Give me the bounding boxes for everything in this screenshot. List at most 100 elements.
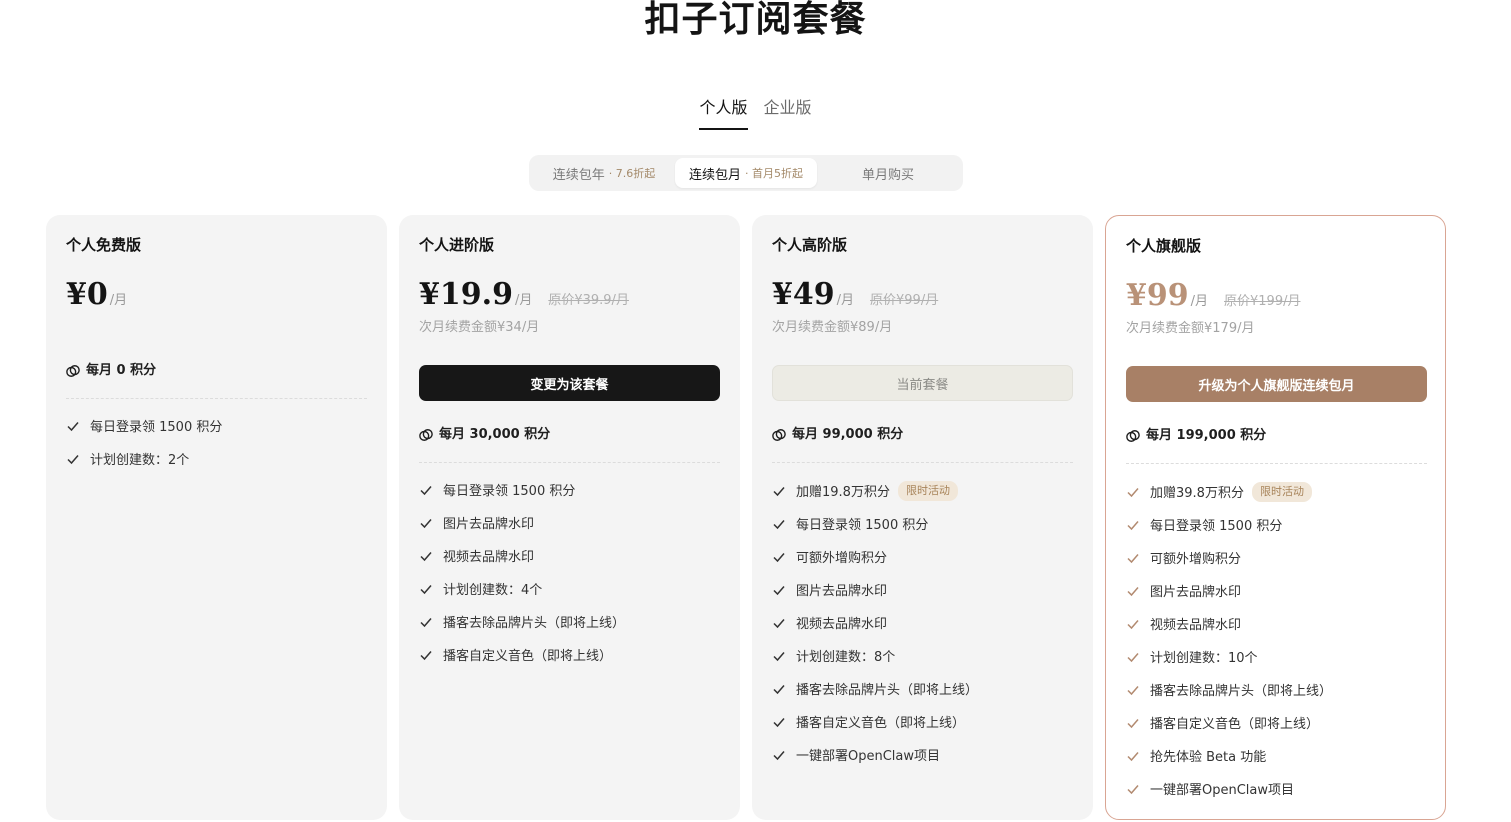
feature-item: 计划创建数：8个	[772, 639, 978, 672]
feature-text: 播客去除品牌片头（即将上线）	[796, 683, 979, 698]
edition-tabs: 个人版 企业版	[0, 96, 1511, 130]
feature-list: 每日登录领 1500 积分 图片去品牌水印 视频去品牌水印 计划创建数：4个 播…	[419, 473, 625, 671]
credits-label: 每月 30,000 积分	[439, 427, 551, 442]
feature-item: 计划创建数：2个	[66, 442, 222, 475]
feature-text: 每日登录领 1500 积分	[796, 518, 929, 533]
feature-item: 视频去品牌水印	[772, 606, 978, 639]
feature-text: 播客去除品牌片头（即将上线）	[443, 616, 626, 631]
feature-item: 图片去品牌水印	[419, 506, 625, 539]
feature-item: 视频去品牌水印	[1126, 607, 1332, 640]
check-icon	[1127, 586, 1139, 596]
check-icon	[1127, 685, 1139, 695]
check-icon	[67, 421, 79, 431]
feature-item: 视频去品牌水印	[419, 539, 625, 572]
billing-option-label: 单月购买	[861, 167, 914, 183]
check-icon	[773, 750, 785, 760]
feature-item: 可额外增购积分	[772, 540, 978, 573]
feature-text: 视频去品牌水印	[796, 617, 888, 632]
divider	[1126, 463, 1427, 464]
check-icon	[773, 486, 785, 496]
plan-price: ¥0	[66, 277, 108, 312]
feature-text: 每日登录领 1500 积分	[90, 420, 223, 435]
check-icon	[1127, 553, 1139, 563]
feature-item: 播客自定义音色（即将上线）	[1126, 706, 1332, 739]
renewal-price: 次月续费金额¥34/月	[419, 320, 540, 335]
tab-personal[interactable]: 个人版	[699, 96, 748, 130]
price-row: ¥49 /月 原价¥99/月	[772, 277, 938, 313]
feature-text: 播客自定义音色（即将上线）	[1150, 717, 1320, 732]
feature-text: 一键部署OpenClaw项目	[1150, 783, 1295, 798]
check-icon	[1127, 520, 1139, 530]
credits-coin-icon	[66, 365, 80, 377]
feature-text: 视频去品牌水印	[443, 550, 535, 565]
plan-price: ¥99	[1126, 278, 1189, 313]
feature-item: 播客自定义音色（即将上线）	[772, 705, 978, 738]
feature-text: 每日登录领 1500 积分	[1150, 519, 1283, 534]
plan-card-premium: 个人高阶版 ¥49 /月 原价¥99/月 次月续费金额¥89/月 当前套餐 每月…	[752, 215, 1093, 820]
pricing-page: 扣子订阅套餐 个人版 企业版 连续包年 · 7.6折起 连续包月 · 首月5折起…	[0, 0, 1511, 822]
feature-item: 播客自定义音色（即将上线）	[419, 638, 625, 671]
monthly-credits: 每月 30,000 积分	[419, 426, 550, 444]
feature-item: 加赠19.8万积分 限时活动	[772, 474, 978, 507]
check-icon	[67, 454, 79, 464]
feature-text: 图片去品牌水印	[796, 584, 888, 599]
check-icon	[773, 717, 785, 727]
plan-price: ¥49	[772, 277, 835, 312]
plan-name: 个人旗舰版	[1126, 237, 1202, 255]
feature-text: 计划创建数：8个	[796, 650, 896, 665]
billing-option-label: 连续包年	[552, 167, 605, 183]
change-plan-button[interactable]: 变更为该套餐	[419, 365, 720, 401]
feature-item: 一键部署OpenClaw项目	[1126, 772, 1332, 805]
feature-text: 计划创建数：10个	[1150, 651, 1258, 666]
check-icon	[1127, 751, 1139, 761]
check-icon	[420, 551, 432, 561]
check-icon	[420, 650, 432, 660]
divider	[419, 462, 720, 463]
feature-text: 图片去品牌水印	[443, 517, 535, 532]
feature-item: 计划创建数：10个	[1126, 640, 1332, 673]
tab-enterprise[interactable]: 企业版	[764, 96, 812, 130]
feature-text: 计划创建数：2个	[90, 453, 190, 468]
monthly-credits: 每月 0 积分	[66, 362, 156, 380]
page-title: 扣子订阅套餐	[644, 0, 867, 40]
feature-item: 一键部署OpenClaw项目	[772, 738, 978, 771]
divider	[772, 462, 1073, 463]
check-icon	[1127, 487, 1139, 497]
plan-card-free: 个人免费版 ¥0 /月 每月 0 积分 每日登录领 1500 积分 计划创建数：…	[46, 215, 387, 820]
check-icon	[773, 552, 785, 562]
feature-text: 加赠39.8万积分	[1150, 486, 1244, 501]
plan-card-flagship: 个人旗舰版 ¥99 /月 原价¥199/月 次月续费金额¥179/月 升级为个人…	[1105, 215, 1446, 820]
feature-item: 播客去除品牌片头（即将上线）	[419, 605, 625, 638]
feature-item: 抢先体验 Beta 功能	[1126, 739, 1332, 772]
check-icon	[773, 618, 785, 628]
divider	[66, 398, 367, 399]
feature-text: 抢先体验 Beta 功能	[1150, 750, 1267, 765]
original-price: 原价¥99/月	[870, 293, 939, 308]
check-icon	[420, 485, 432, 495]
feature-item: 图片去品牌水印	[1126, 574, 1332, 607]
billing-cycle-switch: 连续包年 · 7.6折起 连续包月 · 首月5折起 单月购买	[529, 155, 963, 191]
check-icon	[773, 684, 785, 694]
check-icon	[1127, 784, 1139, 794]
billing-option-single-month[interactable]: 单月购买	[817, 158, 959, 188]
feature-list: 加赠39.8万积分 限时活动 每日登录领 1500 积分 可额外增购积分 图片去品…	[1126, 475, 1332, 805]
feature-list: 每日登录领 1500 积分 计划创建数：2个	[66, 409, 222, 475]
price-unit: /月	[514, 293, 533, 308]
feature-item: 播客去除品牌片头（即将上线）	[1126, 673, 1332, 706]
billing-option-annual[interactable]: 连续包年 · 7.6折起	[533, 158, 675, 188]
feature-text: 播客去除品牌片头（即将上线）	[1150, 684, 1333, 699]
feature-text: 每日登录领 1500 积分	[443, 484, 576, 499]
feature-item: 计划创建数：4个	[419, 572, 625, 605]
price-row: ¥99 /月 原价¥199/月	[1126, 278, 1300, 314]
feature-text: 播客自定义音色（即将上线）	[796, 716, 966, 731]
credits-coin-icon	[419, 429, 433, 441]
price-row: ¥19.9 /月 原价¥39.9/月	[419, 277, 629, 313]
monthly-credits: 每月 99,000 积分	[772, 426, 903, 444]
check-icon	[420, 617, 432, 627]
feature-item: 图片去品牌水印	[772, 573, 978, 606]
upgrade-flagship-button[interactable]: 升级为个人旗舰版连续包月	[1126, 366, 1427, 402]
billing-option-monthly[interactable]: 连续包月 · 首月5折起	[675, 158, 817, 188]
credits-label: 每月 0 积分	[86, 363, 157, 378]
current-plan-button[interactable]: 当前套餐	[772, 365, 1073, 401]
price-unit: /月	[1190, 294, 1209, 309]
